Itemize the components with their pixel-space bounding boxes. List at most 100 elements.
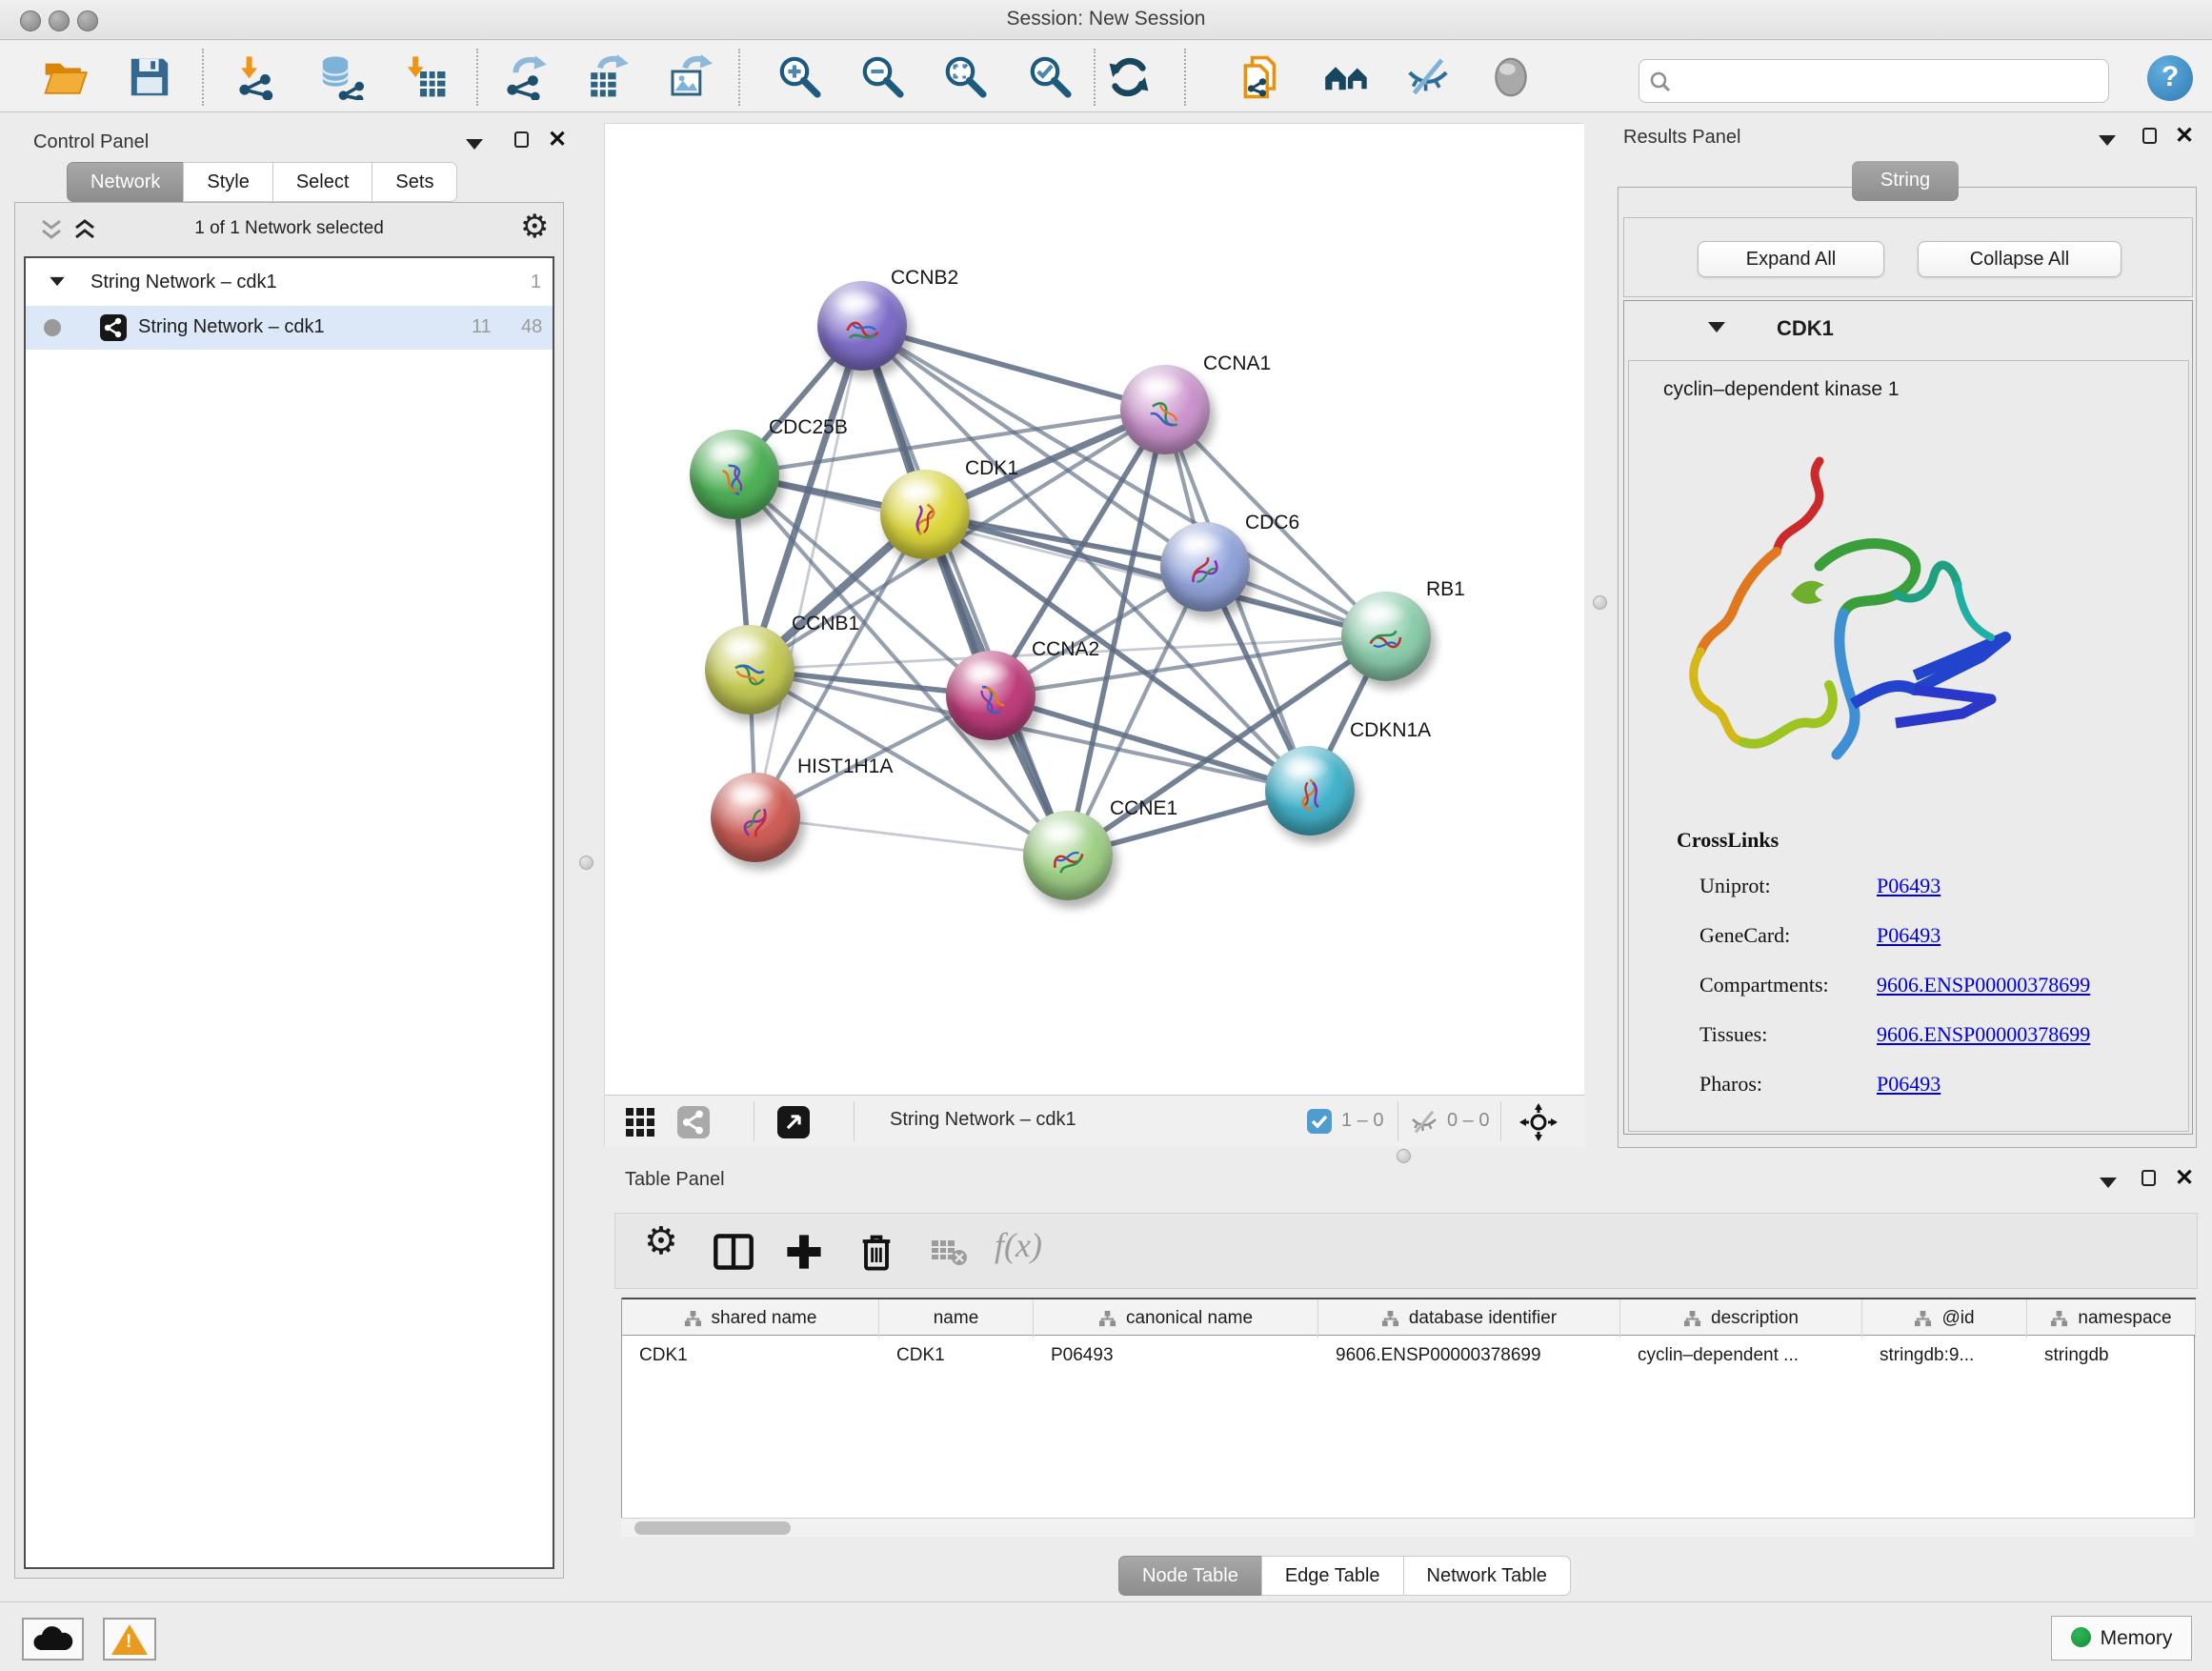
- edge-HIST1H1A-CCNE1[interactable]: [755, 817, 1068, 856]
- column-header-description[interactable]: description: [1620, 1299, 1862, 1338]
- export-network-icon[interactable]: [502, 54, 548, 100]
- cloud-button[interactable]: [22, 1618, 84, 1661]
- close-panel-icon[interactable]: ✕: [2175, 128, 2196, 147]
- zoom-out-icon[interactable]: [860, 54, 906, 100]
- float-panel-icon[interactable]: [514, 131, 535, 151]
- export-image-icon[interactable]: [667, 54, 713, 100]
- section-collapse-icon[interactable]: [1708, 322, 1725, 332]
- table-cell[interactable]: CDK1: [879, 1337, 1034, 1375]
- string-network-icon: [100, 314, 127, 341]
- delete-column-icon[interactable]: [855, 1231, 897, 1273]
- table-horizontal-scrollbar[interactable]: [621, 1518, 2195, 1537]
- expand-all-button[interactable]: Expand All: [1698, 241, 1884, 277]
- import-network-from-database-icon[interactable]: [318, 54, 364, 100]
- zoom-fit-icon[interactable]: [943, 54, 989, 100]
- table-cell[interactable]: stringdb:9...: [1862, 1337, 2027, 1375]
- crosslink-link[interactable]: P06493: [1877, 874, 1941, 897]
- node-table[interactable]: shared namenamecanonical namedatabase id…: [621, 1298, 2195, 1536]
- edge-CCNB2-CCNA1[interactable]: [862, 326, 1165, 410]
- collapse-all-button[interactable]: Collapse All: [1918, 241, 2122, 277]
- float-panel-icon[interactable]: [2142, 1170, 2162, 1189]
- collapse-panel-icon[interactable]: [2099, 131, 2120, 150]
- tree-expand-icon[interactable]: [50, 277, 64, 286]
- node-cdk1[interactable]: [880, 470, 970, 559]
- close-panel-icon[interactable]: ✕: [2175, 1170, 2196, 1189]
- collapse-panel-icon[interactable]: [2100, 1173, 2121, 1192]
- table-row[interactable]: CDK1CDK1P064939606.ENSP00000378699cyclin…: [622, 1337, 2196, 1375]
- column-tree-icon: [1914, 1310, 1932, 1328]
- column-header-shared-name[interactable]: shared name: [622, 1299, 879, 1338]
- crosslink-row: Pharos:P06493: [1699, 1072, 1941, 1104]
- crosslink-link[interactable]: 9606.ENSP00000378699: [1877, 973, 2090, 997]
- node-ccna1[interactable]: [1120, 365, 1210, 454]
- node-cdc25b[interactable]: [690, 430, 779, 519]
- column-header-database-identifier[interactable]: database identifier: [1318, 1299, 1620, 1338]
- node-cdkn1a[interactable]: [1265, 746, 1355, 836]
- tab-sets[interactable]: Sets: [372, 162, 457, 202]
- column-header--id[interactable]: @id: [1862, 1299, 2027, 1338]
- tab-node-table[interactable]: Node Table: [1118, 1556, 1262, 1596]
- search-input[interactable]: [1639, 59, 2109, 103]
- export-table-icon[interactable]: [584, 54, 630, 100]
- node-ccnb2[interactable]: [817, 281, 907, 371]
- show-columns-icon[interactable]: [713, 1231, 754, 1273]
- tab-string[interactable]: String: [1852, 161, 1959, 201]
- table-cell[interactable]: P06493: [1034, 1337, 1318, 1375]
- zoom-selected-icon[interactable]: [1028, 54, 1074, 100]
- gear-icon[interactable]: ⚙: [520, 211, 549, 243]
- scrollbar-thumb[interactable]: [634, 1521, 791, 1535]
- results-panel: Results Panel ✕ String Expand All Collap…: [1618, 123, 2198, 1148]
- node-ccne1[interactable]: [1023, 811, 1113, 900]
- node-ccnb1[interactable]: [705, 625, 794, 715]
- import-table-icon[interactable]: [403, 54, 449, 100]
- first-neighbors-icon[interactable]: [1324, 54, 1370, 100]
- birds-eye-toggle-icon[interactable]: [1519, 1103, 1558, 1141]
- tab-edge-table[interactable]: Edge Table: [1261, 1556, 1404, 1596]
- crosslink-link[interactable]: P06493: [1877, 1072, 1941, 1096]
- node-rb1[interactable]: [1341, 592, 1431, 681]
- tab-style[interactable]: Style: [183, 162, 272, 202]
- column-header-name[interactable]: name: [879, 1299, 1034, 1338]
- detach-view-icon[interactable]: [777, 1106, 810, 1138]
- column-header-canonical-name[interactable]: canonical name: [1034, 1299, 1318, 1338]
- tab-select[interactable]: Select: [272, 162, 373, 202]
- close-panel-icon[interactable]: ✕: [548, 131, 569, 151]
- crosslink-link[interactable]: P06493: [1877, 923, 1941, 947]
- right-splitter-handle[interactable]: [1593, 595, 1607, 610]
- open-session-icon[interactable]: [42, 54, 88, 100]
- network-canvas[interactable]: CCNB2CCNA1CDC25BCDK1CDC6RB1CCNB1CCNA2CDK…: [605, 124, 1584, 1095]
- node-hist1h1a[interactable]: [711, 773, 800, 862]
- left-splitter-handle[interactable]: [579, 856, 593, 870]
- save-session-icon[interactable]: [127, 54, 172, 100]
- float-panel-icon[interactable]: [2142, 128, 2163, 147]
- copy-network-icon[interactable]: [1237, 54, 1283, 100]
- crosslink-link[interactable]: 9606.ENSP00000378699: [1877, 1022, 2090, 1046]
- table-settings-gear-icon[interactable]: ⚙: [644, 1219, 686, 1261]
- tab-network[interactable]: Network: [67, 162, 184, 202]
- column-header-namespace[interactable]: namespace: [2027, 1299, 2196, 1338]
- tab-network-table[interactable]: Network Table: [1403, 1556, 1571, 1596]
- grid-view-icon[interactable]: [625, 1107, 655, 1137]
- collapse-panel-icon[interactable]: [466, 134, 487, 153]
- zoom-in-icon[interactable]: [777, 54, 823, 100]
- node-cdc6[interactable]: [1160, 522, 1250, 612]
- network-collection-row[interactable]: String Network – cdk1 1: [26, 262, 553, 306]
- import-network-icon[interactable]: [234, 54, 280, 100]
- refresh-icon[interactable]: [1106, 54, 1152, 100]
- table-cell[interactable]: CDK1: [622, 1337, 879, 1375]
- hide-selected-icon[interactable]: [1405, 54, 1451, 100]
- node-label-hist1h1a: HIST1H1A: [797, 755, 893, 778]
- network-row-selected[interactable]: String Network – cdk1 11 48: [26, 306, 553, 350]
- memory-button[interactable]: Memory: [2051, 1616, 2192, 1661]
- table-cell[interactable]: cyclin–dependent ...: [1620, 1337, 1862, 1375]
- add-column-icon[interactable]: [783, 1231, 825, 1273]
- selected-checkbox-icon[interactable]: [1307, 1109, 1332, 1134]
- help-button[interactable]: ?: [2147, 55, 2193, 101]
- show-all-icon[interactable]: [1488, 54, 1534, 100]
- network-share-icon[interactable]: [677, 1106, 710, 1138]
- node-ccna2[interactable]: [946, 651, 1036, 740]
- table-cell[interactable]: 9606.ENSP00000378699: [1318, 1337, 1620, 1375]
- gene-section-header[interactable]: CDK1: [1624, 301, 2192, 360]
- table-cell[interactable]: stringdb: [2027, 1337, 2196, 1375]
- warning-button[interactable]: !: [103, 1618, 156, 1661]
